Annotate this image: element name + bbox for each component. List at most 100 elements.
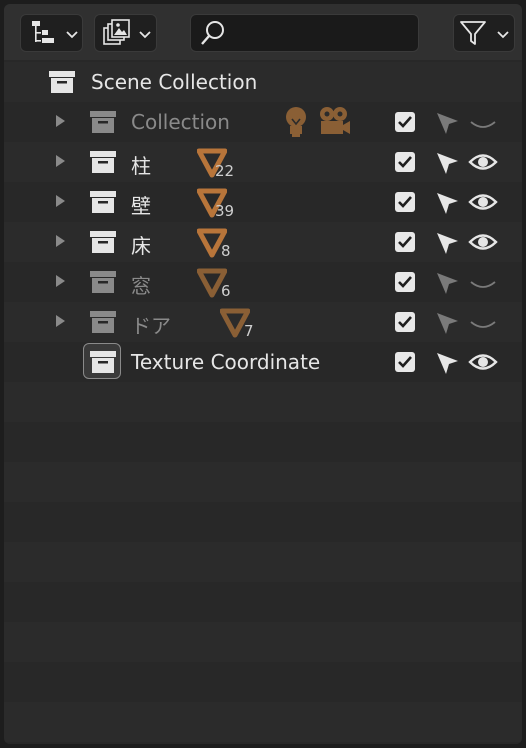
row-label: 柱 — [131, 154, 151, 178]
row-label: 床 — [131, 234, 151, 258]
selectable-toggle[interactable] — [434, 110, 460, 136]
view-layer-dropdown[interactable] — [94, 14, 157, 52]
checkmark-icon — [398, 316, 412, 328]
filter-dropdown[interactable] — [453, 14, 515, 52]
selectable-toggle[interactable] — [434, 230, 460, 256]
expand-arrow-icon[interactable] — [56, 115, 65, 127]
checkmark-icon — [398, 156, 412, 168]
scene-collection-row[interactable]: Scene Collection — [4, 62, 522, 102]
search-field[interactable] — [190, 14, 419, 52]
collection-box-icon — [90, 111, 116, 133]
selectable-toggle[interactable] — [434, 270, 460, 296]
search-input[interactable] — [231, 21, 415, 47]
outliner-tree-icon — [32, 21, 54, 43]
lightbulb-icon — [286, 107, 306, 137]
expand-arrow-icon[interactable] — [56, 275, 65, 287]
mesh-count: 39 — [215, 202, 235, 220]
outliner-row[interactable]: 壁 39 — [4, 182, 522, 222]
checkmark-icon — [398, 116, 412, 128]
mesh-count: 8 — [221, 242, 231, 260]
camera-decor — [318, 106, 352, 142]
camera-icon — [320, 107, 350, 134]
checkmark-icon — [398, 196, 412, 208]
exclude-checkbox[interactable] — [395, 152, 415, 172]
select-cursor-icon — [437, 193, 458, 214]
eye-icon — [468, 234, 498, 250]
empty-row — [4, 422, 522, 462]
row-label: 窓 — [131, 274, 151, 298]
empty-row — [4, 382, 522, 422]
outliner-panel: Scene Collection Collection 柱 22 壁 39 床 8 窓 6 ドア 7 T… — [4, 4, 522, 744]
exclude-checkbox[interactable] — [395, 312, 415, 332]
outliner-row[interactable]: 窓6 — [4, 262, 522, 302]
eye-icon — [468, 154, 498, 170]
select-cursor-icon — [437, 273, 458, 294]
row-label: ドア — [131, 314, 171, 338]
selectable-toggle[interactable] — [434, 150, 460, 176]
visibility-toggle[interactable] — [468, 350, 498, 374]
empty-row — [4, 742, 522, 744]
collection-box-icon — [90, 151, 116, 173]
mesh-count: 7 — [244, 322, 254, 340]
collection-box-icon — [90, 231, 116, 253]
expand-arrow-icon[interactable] — [56, 235, 65, 247]
empty-row — [4, 502, 522, 542]
collection-box-icon — [49, 71, 75, 93]
eye-closed-icon — [470, 121, 496, 128]
row-label: Collection — [131, 110, 230, 134]
outliner-header — [4, 4, 522, 60]
exclude-checkbox[interactable] — [395, 192, 415, 212]
chevron-down-icon — [139, 31, 151, 39]
selectable-toggle[interactable] — [434, 310, 460, 336]
eye-closed-icon — [470, 321, 496, 328]
chevron-down-icon — [66, 31, 78, 39]
outliner-row[interactable]: Texture Coordinate — [4, 342, 522, 382]
outliner-row[interactable]: Collection — [4, 102, 522, 142]
collection-box-icon — [90, 311, 116, 333]
scene-collection-label: Scene Collection — [91, 70, 258, 94]
empty-row — [4, 702, 522, 742]
eye-icon — [468, 354, 498, 370]
chevron-down-icon — [497, 31, 509, 39]
mesh-count: 6 — [221, 282, 231, 300]
empty-row — [4, 622, 522, 662]
checkmark-icon — [398, 356, 412, 368]
exclude-checkbox[interactable] — [395, 272, 415, 292]
visibility-toggle[interactable] — [468, 270, 498, 294]
image-stack-icon — [103, 19, 130, 45]
display-mode-dropdown[interactable] — [20, 14, 83, 52]
empty-row — [4, 582, 522, 622]
visibility-toggle[interactable] — [468, 190, 498, 214]
visibility-toggle[interactable] — [468, 230, 498, 254]
eye-icon — [468, 194, 498, 210]
lightbulb-decor — [282, 106, 310, 142]
exclude-checkbox[interactable] — [395, 112, 415, 132]
eye-closed-icon — [470, 281, 496, 288]
visibility-toggle[interactable] — [468, 310, 498, 334]
outliner-row[interactable]: ドア 7 — [4, 302, 522, 342]
collection-box-icon — [90, 351, 116, 373]
collection-box-icon — [90, 191, 116, 213]
row-label: Texture Coordinate — [131, 350, 321, 374]
select-cursor-icon — [437, 233, 458, 254]
empty-row — [4, 462, 522, 502]
checkmark-icon — [398, 276, 412, 288]
select-cursor-icon — [437, 313, 458, 334]
search-icon — [201, 21, 224, 45]
selectable-toggle[interactable] — [434, 350, 460, 376]
expand-arrow-icon[interactable] — [56, 195, 65, 207]
outliner-row[interactable]: 床8 — [4, 222, 522, 262]
collection-box-icon — [90, 271, 116, 293]
select-cursor-icon — [437, 113, 458, 134]
expand-arrow-icon[interactable] — [56, 155, 65, 167]
visibility-toggle[interactable] — [468, 150, 498, 174]
row-label: 壁 — [131, 194, 151, 218]
outliner-row[interactable]: 柱 22 — [4, 142, 522, 182]
expand-arrow-icon[interactable] — [56, 315, 65, 327]
selectable-toggle[interactable] — [434, 190, 460, 216]
empty-row — [4, 662, 522, 702]
exclude-checkbox[interactable] — [395, 232, 415, 252]
funnel-icon — [460, 21, 486, 45]
exclude-checkbox[interactable] — [395, 352, 415, 372]
visibility-toggle[interactable] — [468, 110, 498, 134]
